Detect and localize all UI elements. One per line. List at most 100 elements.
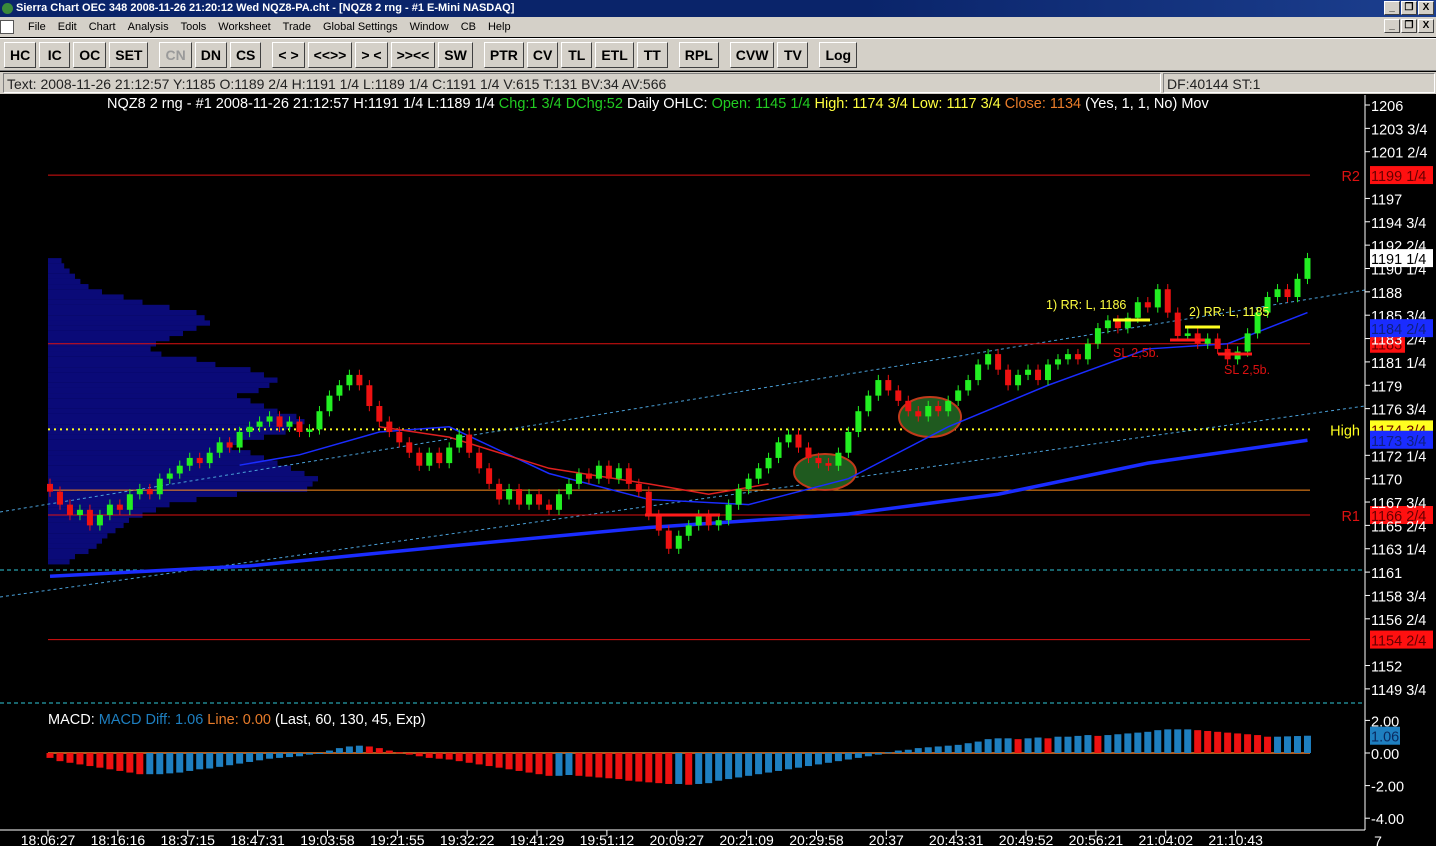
- macd-legend: MACD: MACD Diff: 1.06 Line: 0.00 (Last, …: [48, 712, 426, 728]
- macd-bar: [156, 753, 164, 775]
- time-label: 21:10:43: [1208, 832, 1263, 846]
- menu-cb[interactable]: CB: [455, 17, 482, 37]
- toolbar-button-etl[interactable]: ETL: [595, 41, 634, 68]
- macd-bar: [76, 753, 84, 765]
- candle-body: [136, 489, 143, 495]
- candle-body: [845, 431, 852, 453]
- candle-body: [356, 374, 363, 386]
- price-tag: 1199 1/4: [1371, 169, 1426, 185]
- child-restore-button[interactable]: ❐: [1401, 19, 1417, 33]
- toolbar-button-cv[interactable]: CV: [526, 41, 559, 68]
- macd-line: Line: 0.00: [207, 712, 271, 728]
- macd-bar: [196, 753, 204, 770]
- candle-body: [1015, 374, 1022, 386]
- macd-bar: [555, 753, 563, 776]
- toolbar-button-tv[interactable]: TV: [777, 41, 809, 68]
- macd-bar: [874, 753, 882, 755]
- toolbar-button-tl[interactable]: TL: [561, 41, 593, 68]
- child-close-button[interactable]: X: [1418, 19, 1434, 33]
- macd-bar: [335, 748, 343, 753]
- window-title: Sierra Chart OEC 348 2008-11-26 21:20:12…: [16, 2, 515, 14]
- candle-body: [935, 406, 942, 412]
- macd-bar: [535, 753, 543, 775]
- volume-profile-bar: [48, 533, 108, 539]
- child-minimize-button[interactable]: _: [1384, 19, 1400, 33]
- toolbar-button-cn[interactable]: CN: [159, 41, 192, 68]
- macd-bar: [994, 738, 1002, 753]
- toolbar-button-sw[interactable]: SW: [438, 41, 473, 68]
- macd-bar: [854, 753, 862, 758]
- candle-body: [655, 515, 662, 531]
- menu-chart[interactable]: Chart: [83, 17, 122, 37]
- candle-body: [975, 364, 982, 381]
- level-label-r2: R2: [1341, 169, 1360, 185]
- volume-profile-bar: [48, 470, 305, 477]
- macd-bar: [1114, 734, 1122, 753]
- candle-body: [216, 442, 223, 453]
- toolbar-button-nav3[interactable]: >><<: [390, 41, 436, 68]
- menu-analysis[interactable]: Analysis: [122, 17, 175, 37]
- toolbar-button-ic[interactable]: IC: [39, 41, 71, 68]
- macd-bar: [86, 753, 94, 767]
- macd-bar: [216, 753, 224, 767]
- candle-body: [206, 452, 213, 464]
- candle-body: [516, 489, 523, 505]
- toolbar-button-log[interactable]: Log: [819, 41, 858, 68]
- toolbar-button-cvw[interactable]: CVW: [729, 41, 775, 68]
- minimize-button[interactable]: _: [1384, 1, 1400, 15]
- macd-bar: [934, 746, 942, 753]
- close-button[interactable]: X: [1418, 1, 1434, 15]
- restore-button[interactable]: ❐: [1401, 1, 1417, 15]
- toolbar-button-set[interactable]: SET: [109, 41, 149, 68]
- candle-body: [995, 354, 1002, 370]
- volume-profile-bar: [48, 263, 65, 269]
- macd-bar: [435, 753, 443, 759]
- candle-body: [1144, 302, 1151, 308]
- toolbar-button-hc[interactable]: HC: [4, 41, 37, 68]
- macd-bar: [186, 753, 194, 771]
- macd-bar: [1224, 732, 1232, 753]
- time-label: 20:21:09: [719, 832, 774, 846]
- volume-profile-bar: [48, 418, 305, 425]
- menu-trade[interactable]: Trade: [277, 17, 317, 37]
- menu-file[interactable]: File: [22, 17, 52, 37]
- macd-bar: [1124, 733, 1132, 753]
- macd-bar: [116, 753, 124, 771]
- price-tick-label: 1167 3/4: [1371, 496, 1426, 512]
- macd-bar: [665, 753, 673, 784]
- menu-help[interactable]: Help: [482, 17, 517, 37]
- toolbar-button-cs[interactable]: CS: [229, 41, 262, 68]
- candle-body: [685, 525, 692, 536]
- candle-body: [625, 468, 632, 484]
- toolbar-button-rpl[interactable]: RPL: [678, 41, 719, 68]
- candle-body: [925, 406, 932, 417]
- macd-bar: [1303, 735, 1311, 753]
- candle-body: [1134, 302, 1141, 318]
- toolbar-button-dn[interactable]: DN: [194, 41, 227, 68]
- candle-body: [56, 491, 63, 505]
- time-label: 19:21:55: [370, 832, 425, 846]
- volume-profile-bar: [48, 403, 264, 409]
- price-chart[interactable]: R21199 1/41183High1174 3/4R11166 2/41154…: [0, 95, 1436, 846]
- candle-body: [96, 515, 103, 526]
- toolbar-button-nav1[interactable]: <<>>: [307, 41, 353, 68]
- menu-edit[interactable]: Edit: [52, 17, 83, 37]
- candle-body: [665, 530, 672, 549]
- toolbar-button-nav2[interactable]: > <: [355, 41, 388, 68]
- menu-window[interactable]: Window: [404, 17, 455, 37]
- price-tick-label: 1179: [1371, 379, 1402, 395]
- toolbar-button-oc[interactable]: OC: [73, 41, 107, 68]
- candle-body: [945, 400, 952, 412]
- macd-bar: [894, 750, 902, 753]
- candle-body: [815, 457, 822, 464]
- toolbar-button-ptr[interactable]: PTR: [483, 41, 524, 68]
- toolbar-button-tt[interactable]: TT: [636, 41, 668, 68]
- menu-worksheet[interactable]: Worksheet: [212, 17, 276, 37]
- menu-global-settings[interactable]: Global Settings: [317, 17, 404, 37]
- candle-body: [875, 380, 882, 396]
- toolbar-button-nav0[interactable]: < >: [272, 41, 305, 68]
- macd-bar: [375, 748, 383, 753]
- menu-tools[interactable]: Tools: [175, 17, 213, 37]
- volume-profile-bar: [48, 325, 197, 331]
- macd-bar: [315, 753, 323, 754]
